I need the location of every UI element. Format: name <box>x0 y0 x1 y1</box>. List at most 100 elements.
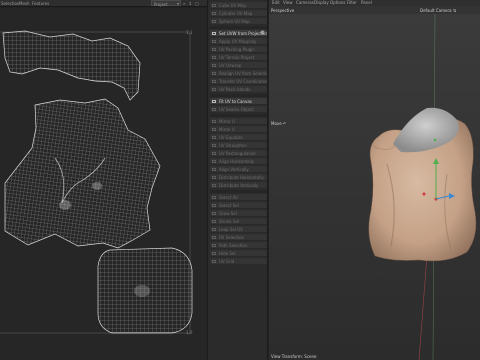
palette-item[interactable]: UV Unwrap <box>210 62 267 69</box>
palette-item[interactable]: Path Selection <box>210 242 267 249</box>
palette-item-label: Align Vertically <box>219 167 249 172</box>
command-icon <box>212 4 216 7</box>
command-icon <box>212 128 216 131</box>
menu-selection[interactable]: Selection <box>1 1 19 6</box>
palette-item[interactable]: Shrink Sel <box>210 218 267 225</box>
command-icon <box>212 120 216 123</box>
palette-item[interactable]: Mirror V <box>210 126 267 133</box>
menu-features[interactable]: Features <box>32 1 49 6</box>
palette-item-label: Distribute Vertically <box>219 183 259 188</box>
uv-island-top[interactable] <box>2 30 141 101</box>
vp-menu-filter[interactable]: Filter <box>347 0 357 5</box>
uv-canvas[interactable]: 1,1 1,0 <box>0 8 207 360</box>
palette-item[interactable]: Apply UV Mapping <box>210 38 267 45</box>
command-icon <box>212 56 216 59</box>
projection-dropdown[interactable]: Project ▾ <box>151 0 181 7</box>
vp-menu-display[interactable]: Display <box>314 0 329 5</box>
view-name-label: Perspective <box>271 8 295 13</box>
viewport-header: Perspective Default Camera ⇅ <box>269 6 480 14</box>
palette-item[interactable]: Select Sel <box>210 202 267 209</box>
palette-item-label: Sphere UV Map <box>219 19 250 24</box>
camera-selector[interactable]: Default Camera ⇅ <box>420 8 456 13</box>
uv-mesh-display <box>0 30 193 334</box>
command-icon <box>212 260 216 263</box>
command-icon <box>212 40 216 43</box>
vp-menu-panel[interactable]: Panel <box>361 0 372 5</box>
palette-item[interactable]: Grow Sel <box>210 210 267 217</box>
palette-separator <box>210 94 267 97</box>
command-icon <box>212 72 216 75</box>
palette-item[interactable]: UV Packing Plugin <box>210 46 267 53</box>
uv-island-middle[interactable] <box>4 98 161 249</box>
command-icon <box>212 152 216 155</box>
palette-item[interactable]: Realign UV from Selection <box>210 70 267 77</box>
palette-item-label: Select Sel <box>219 203 239 208</box>
command-icon <box>212 108 216 111</box>
command-icon <box>212 80 216 83</box>
uv-tool-icons[interactable]: ⌕ ↕ ▢ <box>183 1 200 6</box>
status-view-transform: View Transform: Scene <box>271 354 317 359</box>
command-icon <box>212 252 216 255</box>
palette-item[interactable]: UV Seams Object <box>210 106 267 113</box>
palette-item-label: UV Terrain Project <box>219 55 255 60</box>
palette-item[interactable]: Hide Sel <box>210 250 267 257</box>
vp-menu-options[interactable]: Options <box>330 0 345 5</box>
palette-item[interactable]: UV Rectangularize <box>210 150 267 157</box>
command-icon <box>212 184 216 187</box>
palette-item-label: Loop Sel UV <box>219 227 243 232</box>
menu-mesh[interactable]: Mesh <box>19 1 30 6</box>
palette-item[interactable]: Distribute Vertically <box>210 182 267 189</box>
move-tool-label[interactable]: Move ↶ <box>271 121 286 126</box>
palette-item[interactable]: Cube UV Map <box>210 2 267 9</box>
vp-menu-edit[interactable]: Edit <box>272 0 280 5</box>
palette-item[interactable]: Cylinder UV Map <box>210 10 267 17</box>
command-icon <box>212 220 216 223</box>
palette-item-label: Cube UV Map <box>219 3 246 8</box>
palette-item[interactable]: Loop Sel UV <box>210 226 267 233</box>
palette-item[interactable]: UV Pack Islands <box>210 86 267 93</box>
palette-item[interactable]: Fill Selection <box>210 234 267 241</box>
palette-item[interactable]: Select All <box>210 194 267 201</box>
palette-item[interactable]: UV Terrain Project <box>210 54 267 61</box>
palette-item-label: Shrink Sel <box>219 219 240 224</box>
palette-item[interactable]: Fit UV to Canvas <box>210 98 267 105</box>
command-icon <box>212 88 216 91</box>
palette-item-label: UV Grid <box>219 259 235 264</box>
command-icon <box>212 176 216 179</box>
command-icon <box>212 12 216 15</box>
palette-item[interactable]: Align Vertically <box>210 166 267 173</box>
palette-item-label: UV Seams Object <box>219 107 254 112</box>
palette-item[interactable]: UV Grid <box>210 258 267 265</box>
palette-item-label: Cylinder UV Map <box>219 11 253 16</box>
palette-item[interactable]: UV Straighten <box>210 142 267 149</box>
palette-item[interactable]: Transfer UV Coordinates <box>210 78 267 85</box>
palette-item-label: UV Unwrap <box>219 63 242 68</box>
palette-item[interactable]: Set UVW from Projection ⚙ <box>210 30 267 37</box>
uv-editor-toolbar: Selection Mesh Features Project ▾ ⌕ ↕ ▢ <box>0 0 207 7</box>
uv-island-bottom[interactable] <box>97 247 193 334</box>
command-icon <box>212 144 216 147</box>
palette-separator <box>210 190 267 193</box>
command-icon <box>212 228 216 231</box>
command-icon <box>212 136 216 139</box>
palette-item[interactable]: Distribute Horizontally <box>210 174 267 181</box>
palette-item-label: UV Rectangularize <box>219 151 256 156</box>
projection-dropdown-value: Project <box>154 2 168 7</box>
palette-item-label: Mirror U <box>219 119 235 124</box>
palette-item-label: Realign UV from Selection <box>219 71 267 76</box>
palette-item[interactable]: Mirror U <box>210 118 267 125</box>
3d-viewport[interactable]: Move ↶ View Transform: Scene <box>269 14 480 360</box>
gear-icon[interactable]: ⚙ <box>261 30 265 36</box>
palette-item-label: Mirror V <box>219 127 235 132</box>
palette-item-label: UV Equalize <box>219 135 243 140</box>
command-icon <box>212 212 216 215</box>
vp-menu-view[interactable]: View <box>283 0 293 5</box>
palette-item[interactable]: Sphere UV Map <box>210 18 267 25</box>
chevron-down-icon: ▾ <box>176 1 179 6</box>
palette-item-label: Hide Sel <box>219 251 236 256</box>
palette-item[interactable]: Align Horizontally <box>210 158 267 165</box>
palette-item[interactable]: UV Equalize <box>210 134 267 141</box>
vp-menu-cameras[interactable]: Cameras <box>296 0 314 5</box>
palette-item-label: Transfer UV Coordinates <box>219 79 267 84</box>
uv-corner-label-bottom: 1,0 <box>186 330 193 335</box>
